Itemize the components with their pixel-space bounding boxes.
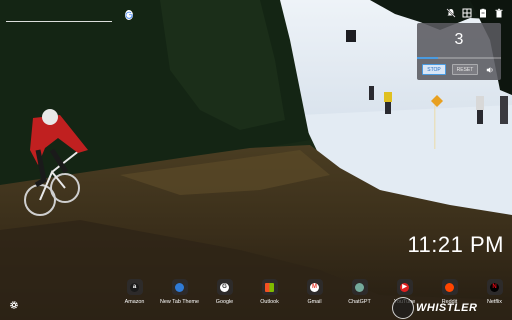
whistler-mountain-mark	[392, 297, 414, 319]
grid-icon[interactable]	[462, 8, 472, 18]
amazon-icon: a	[130, 282, 139, 292]
stop-button[interactable]: STOP	[422, 64, 446, 75]
reddit-icon	[445, 282, 454, 292]
shortcut-label: Google	[215, 299, 234, 305]
shortcut-gmail[interactable]: M Gmail	[292, 279, 337, 305]
shortcut-google[interactable]: G Google	[202, 279, 247, 305]
outlook-icon	[265, 282, 274, 292]
shortcut-tile[interactable]	[351, 279, 368, 295]
whistler-wordmark: WHISTLER	[416, 302, 478, 314]
gmail-icon: M	[310, 282, 319, 292]
shortcut-label: ChatGPT	[348, 299, 371, 305]
trash-icon[interactable]	[494, 8, 504, 18]
volume-icon[interactable]	[486, 66, 494, 74]
shortcut-label: Netflix	[487, 299, 502, 305]
shortcut-tile[interactable]	[261, 279, 278, 295]
clock: 11:21 PM	[407, 232, 504, 257]
whistler-logo: WHISTLER	[392, 297, 477, 319]
shortcut-label: Outlook	[260, 299, 279, 305]
shortcut-label: Gmail	[307, 299, 322, 305]
shortcut-tile[interactable]: N	[486, 279, 503, 295]
timer-progress-fill	[417, 57, 438, 59]
chatgpt-icon	[355, 282, 364, 292]
reset-button[interactable]: RESET	[452, 64, 478, 75]
shortcut-label: Amazon	[124, 299, 145, 305]
shortcut-tile[interactable]	[171, 279, 188, 295]
no-bell-icon[interactable]	[446, 8, 456, 18]
google-search-button[interactable]	[125, 9, 133, 20]
netflix-icon: N	[490, 282, 499, 292]
settings-gear-icon[interactable]	[9, 300, 19, 310]
shortcut-tile[interactable]	[441, 279, 458, 295]
shortcut-tile[interactable]: G	[216, 279, 233, 295]
search-bar	[6, 8, 133, 22]
shortcut-chatgpt[interactable]: ChatGPT	[337, 279, 382, 305]
shortcut-netflix[interactable]: N Netflix	[472, 279, 512, 305]
youtube-icon: ▶	[400, 282, 409, 292]
shortcut-tile[interactable]: a	[126, 279, 143, 295]
timer-count: 3	[454, 31, 464, 48]
search-input[interactable]	[7, 8, 125, 21]
shortcut-outlook[interactable]: Outlook	[247, 279, 292, 305]
timer-progress-bar	[417, 57, 501, 59]
shortcut-tile[interactable]: M	[306, 279, 323, 295]
new-tab-theme-icon	[175, 282, 184, 292]
shortcut-tile[interactable]: ▶	[396, 279, 413, 295]
clipboard-icon[interactable]	[478, 8, 488, 18]
shortcut-amazon[interactable]: a Amazon	[112, 279, 157, 305]
google-icon: G	[220, 282, 229, 292]
shortcut-new-tab-theme[interactable]: New Tab Theme	[157, 279, 202, 305]
google-icon	[125, 11, 133, 19]
shortcut-label: New Tab Theme	[159, 299, 200, 305]
timer-widget: 3 STOP RESET	[417, 23, 501, 80]
top-right-toolbar	[446, 8, 504, 18]
